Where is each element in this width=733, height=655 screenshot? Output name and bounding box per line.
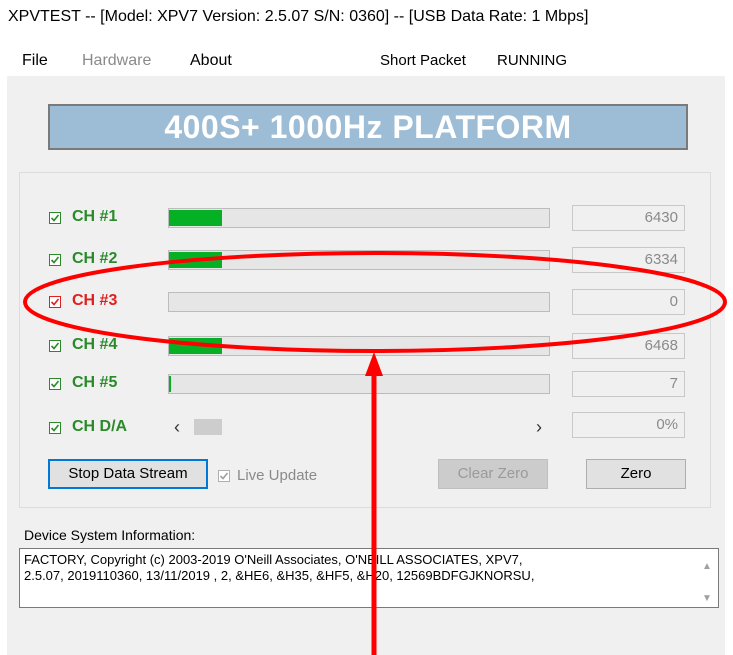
annotation-arrow-head (365, 352, 383, 376)
annotation-ellipse (23, 251, 727, 353)
annotation-overlay (23, 251, 727, 655)
